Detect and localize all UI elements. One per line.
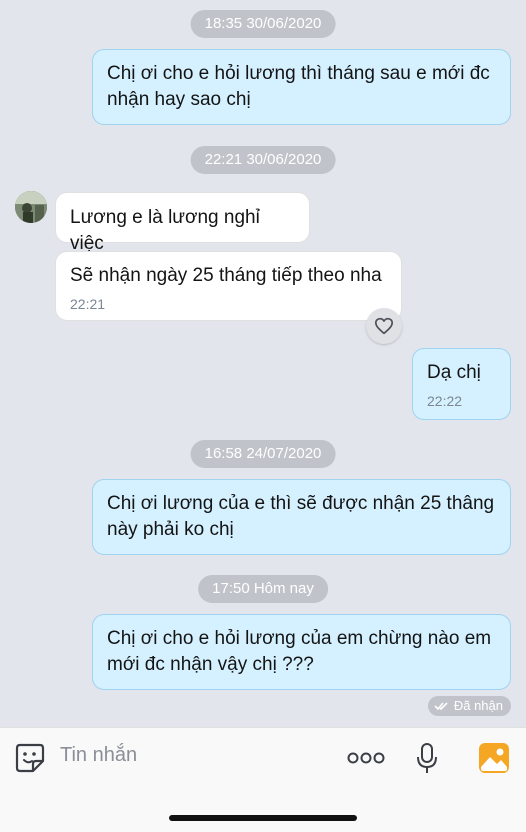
home-indicator xyxy=(169,815,357,821)
voice-record-button[interactable] xyxy=(415,742,439,776)
incoming-message[interactable]: Sẽ nhận ngày 25 tháng tiếp theo nha 22:2… xyxy=(55,251,402,321)
timestamp-pill: 16:58 24/07/2020 xyxy=(190,440,336,468)
message-input[interactable]: Tin nhắn xyxy=(60,744,137,767)
message-text: Chị ơi cho e hỏi lương của em chừng nào … xyxy=(107,628,492,675)
outgoing-message[interactable]: Chị ơi cho e hỏi lương của em chừng nào … xyxy=(92,614,511,690)
timestamp-pill: 22:21 30/06/2020 xyxy=(190,146,336,174)
incoming-message[interactable]: Lương e là lương nghỉ việc xyxy=(55,192,310,254)
microphone-icon xyxy=(417,743,437,773)
outgoing-message[interactable]: Chị ơi lương của e thì sẽ được nhận 25 t… xyxy=(92,479,511,555)
outgoing-message[interactable]: Dạ chị 22:22 xyxy=(412,348,511,420)
message-time: 22:21 xyxy=(70,296,106,312)
timestamp-pill: 18:35 30/06/2020 xyxy=(190,10,336,38)
more-dots-icon xyxy=(347,752,385,764)
photo-gallery-button[interactable] xyxy=(478,742,510,774)
message-text: Dạ chị xyxy=(427,362,481,383)
react-heart-button[interactable] xyxy=(366,308,402,344)
more-options-button[interactable] xyxy=(347,750,385,766)
timestamp-pill: 17:50 Hôm nay xyxy=(198,575,328,603)
heart-icon xyxy=(375,317,393,335)
double-check-icon xyxy=(434,702,448,711)
message-text: Lương e là lương nghỉ việc xyxy=(70,207,260,254)
read-receipt-badge: Đã nhận xyxy=(427,696,511,716)
outgoing-message[interactable]: Chị ơi cho e hỏi lương thì tháng sau e m… xyxy=(92,49,511,125)
avatar-photo-icon xyxy=(15,191,47,223)
message-text: Sẽ nhận ngày 25 tháng tiếp theo nha xyxy=(70,265,382,286)
sticker-smiley-icon xyxy=(15,743,45,773)
image-gallery-icon xyxy=(479,743,509,773)
message-time: 22:22 xyxy=(427,393,463,409)
message-text: Chị ơi lương của e thì sẽ được nhận 25 t… xyxy=(107,493,495,540)
avatar[interactable] xyxy=(15,191,47,223)
sticker-button[interactable] xyxy=(14,742,46,774)
read-receipt-label: Đã nhận xyxy=(453,698,503,713)
message-text: Chị ơi cho e hỏi lương thì tháng sau e m… xyxy=(107,63,490,110)
